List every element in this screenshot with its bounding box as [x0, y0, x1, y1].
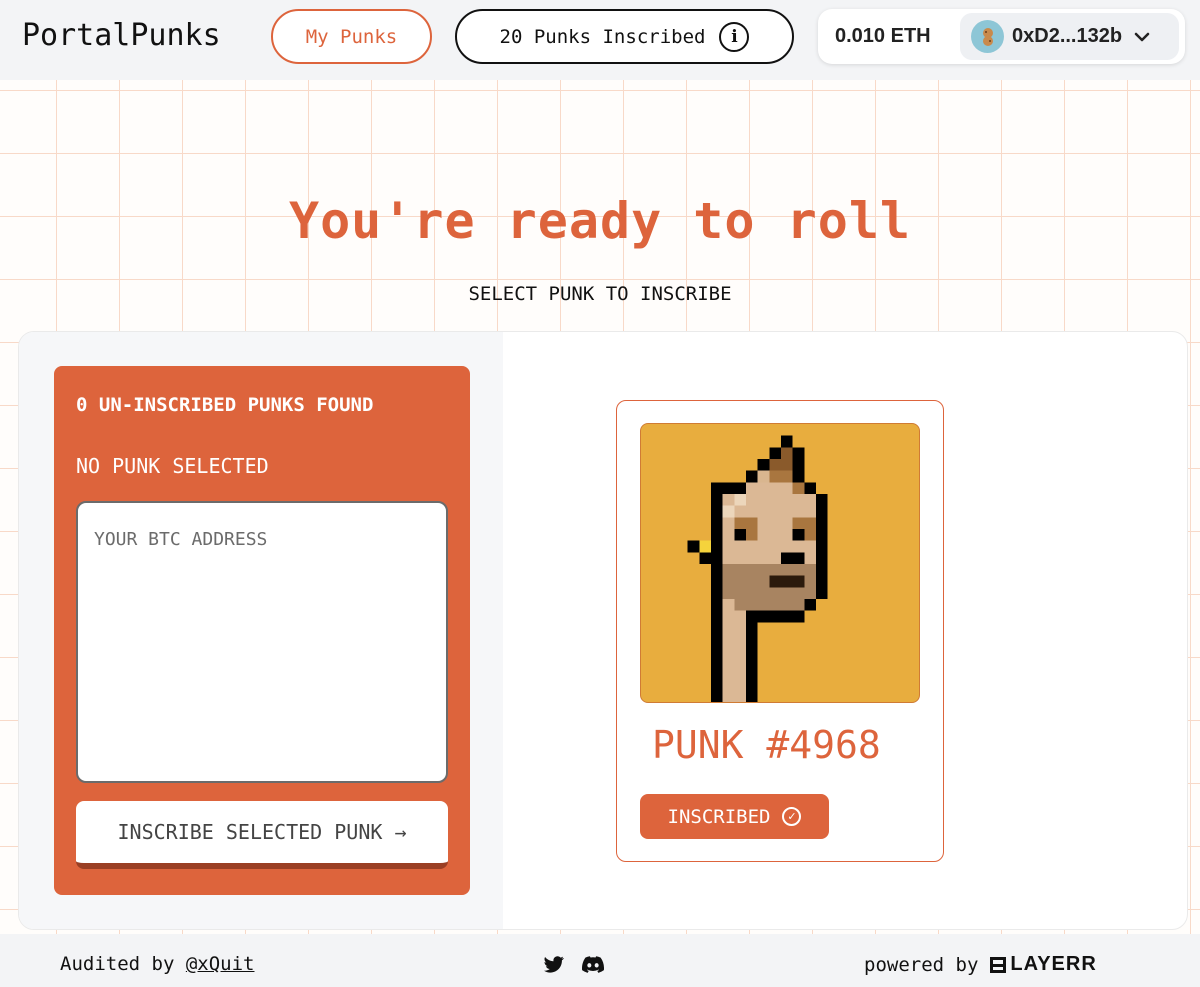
- my-punks-button[interactable]: My Punks: [271, 9, 432, 64]
- page-title: You're ready to roll: [288, 192, 912, 250]
- punk-card[interactable]: PUNK #4968 INSCRIBED ✓: [616, 400, 944, 862]
- peanut-avatar-icon: [982, 27, 993, 46]
- unscribed-count-label: 0 UN-INSCRIBED PUNKS FOUND: [76, 394, 374, 416]
- powered-by: powered by LAYERR: [864, 953, 1097, 976]
- wallet-widget: 0.010 ETH 0xD2...132b: [818, 9, 1185, 64]
- status-label: INSCRIBED: [667, 805, 771, 828]
- social-links: [544, 956, 604, 973]
- layerr-brand-label: LAYERR: [1010, 953, 1097, 975]
- inscribed-count-label: 20 Punks Inscribed: [499, 25, 706, 48]
- layerr-logo-icon: [990, 956, 1007, 973]
- status-badge: INSCRIBED ✓: [640, 794, 829, 839]
- layerr-brand[interactable]: LAYERR: [990, 953, 1096, 976]
- info-icon[interactable]: i: [719, 21, 750, 52]
- top-header: PortalPunks My Punks 20 Punks Inscribed …: [0, 0, 1200, 80]
- auditor-link[interactable]: @xQuit: [186, 953, 255, 975]
- app-logo[interactable]: PortalPunks: [22, 18, 221, 53]
- discord-icon[interactable]: [582, 956, 604, 973]
- twitter-icon[interactable]: [544, 956, 564, 973]
- avatar: [971, 20, 1004, 53]
- punk-name: PUNK #4968: [652, 723, 881, 767]
- footer: Audited by @xQuit powered by LAYERR: [0, 934, 1200, 987]
- selection-status: NO PUNK SELECTED: [76, 454, 269, 478]
- inscribe-form-card: 0 UN-INSCRIBED PUNKS FOUND NO PUNK SELEC…: [54, 366, 470, 895]
- account-button[interactable]: 0xD2...132b: [960, 13, 1179, 60]
- punk-image: [640, 423, 920, 703]
- eth-balance[interactable]: 0.010 ETH: [818, 25, 960, 48]
- btc-address-input[interactable]: [76, 501, 448, 783]
- audited-prefix: Audited by: [60, 953, 175, 975]
- powered-by-label: powered by: [864, 953, 979, 976]
- panel-left: 0 UN-INSCRIBED PUNKS FOUND NO PUNK SELEC…: [19, 332, 503, 929]
- inscribe-selected-punk-button[interactable]: INSCRIBE SELECTED PUNK →: [76, 801, 448, 869]
- inscribe-panel: 0 UN-INSCRIBED PUNKS FOUND NO PUNK SELEC…: [18, 331, 1188, 930]
- inscribed-count-pill[interactable]: 20 Punks Inscribed i: [455, 9, 794, 64]
- punk-avatar-image: [687, 435, 828, 702]
- inscribe-button-label: INSCRIBE SELECTED PUNK →: [117, 820, 407, 844]
- page-subtitle: SELECT PUNK TO INSCRIBE: [468, 283, 732, 305]
- audit-credit: Audited by @xQuit: [60, 953, 254, 975]
- wallet-address: 0xD2...132b: [1012, 25, 1123, 47]
- chevron-down-icon: [1134, 27, 1150, 46]
- check-circle-icon: ✓: [782, 807, 802, 826]
